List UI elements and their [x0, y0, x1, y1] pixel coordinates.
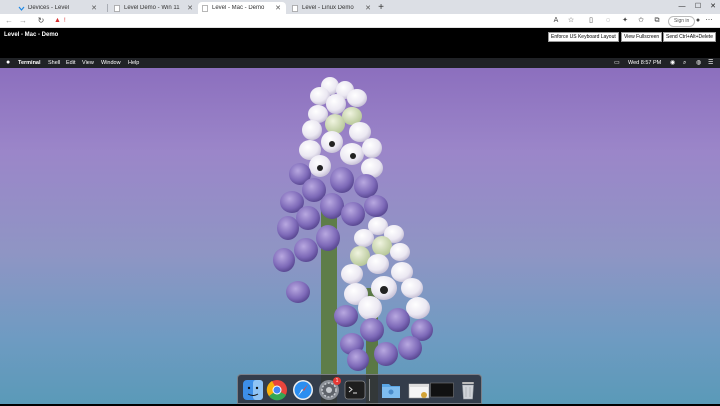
- menu-shell[interactable]: Shell: [48, 58, 60, 68]
- system-preferences-icon[interactable]: 1: [318, 377, 341, 401]
- refresh-circle-icon[interactable]: ◌: [603, 16, 613, 26]
- tab-linux-demo[interactable]: Level - Linux Demo ✕: [288, 2, 376, 14]
- address-bar[interactable]: ▲!: [54, 15, 534, 26]
- collections-icon[interactable]: ⧉: [652, 16, 662, 26]
- screen-thumbnail-icon[interactable]: [430, 379, 454, 401]
- tab-title: Level - Linux Demo: [302, 5, 354, 11]
- page-icon: [292, 4, 299, 12]
- sign-in-label: Sign in: [674, 18, 690, 24]
- apple-icon[interactable]: ●: [6, 58, 10, 68]
- address-warning-text: !: [63, 18, 66, 24]
- terminal-icon[interactable]: [344, 379, 366, 401]
- close-window-icon[interactable]: ✕: [707, 0, 719, 14]
- finder-icon[interactable]: [242, 379, 264, 401]
- menu-clock[interactable]: Wed 8:57 PM: [628, 58, 661, 68]
- safari-icon[interactable]: [292, 379, 314, 401]
- finder-window-icon[interactable]: [408, 379, 430, 401]
- menu-view[interactable]: View: [82, 58, 94, 68]
- reload-icon[interactable]: ↻: [36, 15, 46, 27]
- favorite-star-icon[interactable]: ☆: [566, 16, 576, 26]
- send-ctrl-alt-delete-button[interactable]: Send Ctrl+Alt+Delete: [663, 32, 716, 42]
- page-icon: [114, 4, 121, 12]
- session-title: Level - Mac - Demo: [4, 32, 59, 38]
- profile-avatar-icon[interactable]: ●: [693, 16, 703, 26]
- tab-title: Devices - Level: [28, 5, 70, 11]
- tab-separator: [107, 4, 108, 12]
- mac-dock: 1: [237, 374, 482, 404]
- split-screen-icon[interactable]: ▯: [586, 16, 596, 26]
- tab-close-icon[interactable]: ✕: [90, 4, 98, 12]
- notification-badge: 1: [333, 377, 341, 385]
- siri-icon[interactable]: ◍: [696, 58, 701, 68]
- level-favicon-icon: [18, 5, 25, 12]
- minimize-icon[interactable]: —: [676, 0, 688, 14]
- maximize-icon[interactable]: ☐: [692, 0, 704, 14]
- read-aloud-icon[interactable]: A: [551, 16, 561, 26]
- chrome-icon[interactable]: [266, 379, 288, 401]
- sign-in-button[interactable]: Sign in: [668, 16, 696, 27]
- notification-center-icon[interactable]: ☰: [708, 58, 713, 68]
- menu-help[interactable]: Help: [128, 58, 139, 68]
- forward-icon[interactable]: →: [18, 15, 28, 27]
- new-tab-button[interactable]: +: [376, 2, 386, 13]
- tab-title: Level - Mac - Demo: [212, 5, 265, 11]
- screen-share-icon[interactable]: ▭: [614, 58, 620, 68]
- mac-desktop: [0, 68, 720, 404]
- enforce-keyboard-button[interactable]: Enforce US Keyboard Layout: [548, 32, 619, 42]
- menu-window[interactable]: Window: [101, 58, 121, 68]
- dock-separator: [369, 379, 370, 401]
- extensions-icon[interactable]: ✦: [620, 16, 630, 26]
- tab-devices[interactable]: Devices - Level ✕: [14, 2, 102, 14]
- mac-menu-bar: ● Terminal Shell Edit View Window Help ▭…: [0, 58, 720, 68]
- tab-close-icon[interactable]: ✕: [364, 4, 372, 12]
- tab-mac-demo[interactable]: Level - Mac - Demo ✕: [198, 2, 286, 14]
- tab-close-icon[interactable]: ✕: [186, 4, 194, 12]
- spotlight-search-icon[interactable]: ⌕: [683, 58, 686, 68]
- trash-icon[interactable]: [457, 379, 479, 401]
- warning-icon[interactable]: ▲: [54, 17, 61, 24]
- more-menu-icon[interactable]: ⋯: [704, 16, 714, 24]
- tab-close-icon[interactable]: ✕: [274, 4, 282, 12]
- user-icon[interactable]: ◉: [670, 58, 675, 68]
- tab-win11[interactable]: Level Demo - Win 11 ✕: [110, 2, 198, 14]
- back-icon[interactable]: ←: [4, 15, 14, 27]
- view-fullscreen-button[interactable]: View Fullscreen: [621, 32, 663, 42]
- flower-secondary: [334, 217, 433, 371]
- folder-icon[interactable]: [380, 379, 402, 401]
- menu-edit[interactable]: Edit: [66, 58, 75, 68]
- browser-toolbar: ← → ↻ ▲! A ☆ ▯ ◌ ✦ ✩ ⧉ Sign in ● ⋯: [0, 14, 720, 28]
- tab-title: Level Demo - Win 11: [124, 5, 180, 11]
- session-header: Level - Mac - Demo Enforce US Keyboard L…: [0, 28, 720, 58]
- page-icon: [202, 4, 209, 12]
- favorites-icon[interactable]: ✩: [636, 16, 646, 26]
- menu-app-name[interactable]: Terminal: [18, 58, 41, 68]
- browser-tab-strip: Devices - Level ✕ Level Demo - Win 11 ✕ …: [0, 0, 720, 14]
- wallpaper-image: [273, 77, 433, 404]
